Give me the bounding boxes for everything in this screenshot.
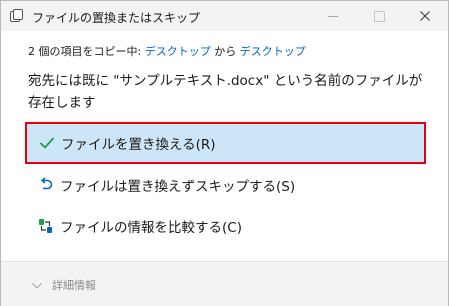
title-bar: ファイルの置換またはスキップ — [1, 1, 448, 31]
checkmark-icon — [39, 135, 55, 151]
details-toggle[interactable]: 詳細情報 — [32, 277, 96, 293]
source-folder-link[interactable]: デスクトップ — [145, 45, 211, 58]
conflict-message: 宛先には既に "サンプルテキスト.docx" という名前のファイルが存在します — [28, 73, 423, 111]
replace-file-label: ファイルを置き換える(R) — [61, 137, 216, 153]
details-label: 詳細情報 — [52, 279, 96, 292]
skip-file-label: ファイルは置き換えずスキップする(S) — [60, 179, 296, 195]
minimize-icon — [328, 15, 338, 17]
close-button[interactable] — [402, 1, 448, 31]
window-title: ファイルの置換またはスキップ — [32, 11, 201, 25]
compare-info-option[interactable]: ファイルの情報を比較する(C) — [25, 205, 426, 247]
compare-icon — [38, 218, 54, 234]
undo-arrow-icon — [38, 177, 54, 193]
maximize-icon — [373, 10, 385, 22]
status-middle: から — [210, 45, 240, 58]
replace-file-option[interactable]: ファイルを置き換える(R) — [25, 122, 426, 164]
copy-dialog-icon — [9, 8, 24, 23]
minimize-button[interactable] — [310, 1, 356, 31]
copy-status: 2 個の項目をコピー中: デスクトップ から デスクトップ — [28, 43, 306, 59]
destination-folder-link[interactable]: デスクトップ — [240, 45, 306, 58]
status-prefix: 2 個の項目をコピー中: — [28, 45, 145, 58]
maximize-button[interactable] — [356, 1, 402, 31]
close-icon — [420, 11, 430, 21]
chevron-down-icon — [32, 279, 42, 292]
skip-file-option[interactable]: ファイルは置き換えずスキップする(S) — [25, 164, 426, 206]
compare-info-label: ファイルの情報を比較する(C) — [60, 220, 242, 236]
dialog-footer: 詳細情報 — [1, 261, 448, 306]
replace-or-skip-dialog: ファイルの置換またはスキップ 2 個の項目をコピー中: デスクトップ から デス… — [0, 0, 449, 306]
